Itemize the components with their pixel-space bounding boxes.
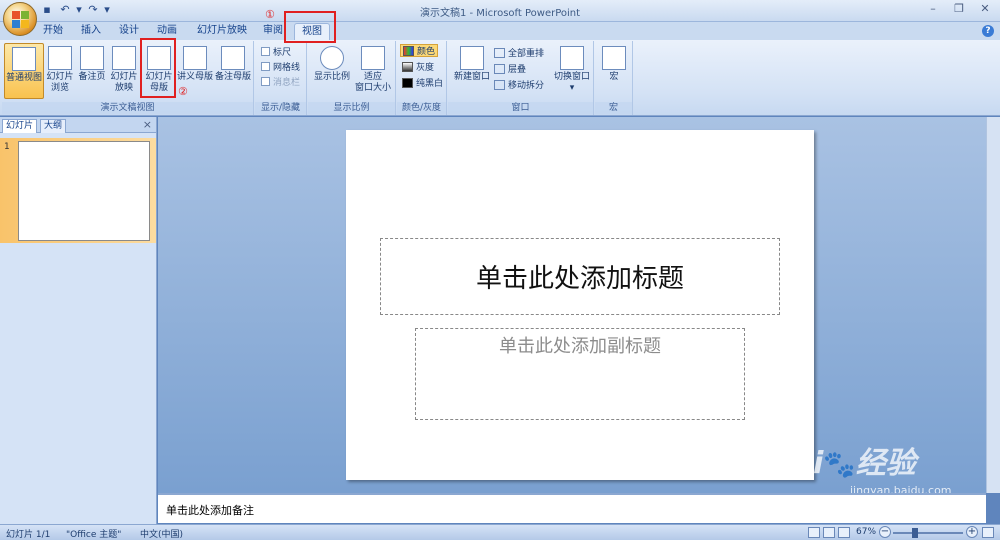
slide-thumbnail-row[interactable]: 1 (0, 138, 156, 243)
group-label: 窗口 (448, 102, 593, 114)
tab-insert[interactable]: 插入 (76, 23, 106, 40)
new-window-icon (460, 46, 484, 70)
handout-master-button[interactable]: 讲义母版 (176, 43, 214, 83)
grayscale-button[interactable]: 灰度 (402, 60, 434, 73)
window-controls: – ❐ ✕ (924, 2, 994, 16)
move-split-button[interactable]: 移动拆分 (494, 78, 544, 91)
annotation-mark-2: ② (178, 85, 188, 98)
slideshow-icon[interactable] (838, 527, 850, 538)
group-show-hide: 标尺 网格线 消息栏 显示/隐藏 (255, 41, 307, 115)
title-bar: ▪ ↶ ▾ ↷ ▾ 演示文稿1 - Microsoft PowerPoint –… (0, 0, 1000, 22)
slide-count: 幻灯片 1/1 (6, 530, 51, 540)
zoom-slider-thumb[interactable] (912, 528, 918, 538)
black-white-button[interactable]: 纯黑白 (402, 76, 443, 89)
group-label: 显示/隐藏 (255, 102, 306, 114)
theme-name: "Office 主题" (66, 530, 122, 540)
subtitle-placeholder[interactable]: 单击此处添加副标题 (415, 328, 745, 420)
group-label: 演示文稿视图 (2, 102, 253, 114)
fit-window-icon (361, 46, 385, 70)
color-button[interactable]: 颜色 (400, 44, 439, 57)
normal-view-icon[interactable] (808, 527, 820, 538)
window-title: 演示文稿1 - Microsoft PowerPoint (419, 8, 581, 19)
office-button[interactable] (3, 2, 37, 36)
slide-editing-area: 单击此处添加标题 单击此处添加副标题 (158, 117, 1000, 493)
notes-page-icon (80, 46, 104, 70)
slideshow-button[interactable]: 幻灯片 放映 (108, 43, 140, 94)
restore-icon[interactable]: ❐ (950, 2, 968, 16)
slide-thumbnail[interactable] (18, 141, 150, 241)
status-bar: 幻灯片 1/1 "Office 主题" 中文(中国) 67% − + (0, 524, 1000, 540)
handout-master-icon (183, 46, 207, 70)
tab-home[interactable]: 开始 (38, 23, 68, 40)
group-zoom: 显示比例 适应 窗口大小 显示比例 (308, 41, 396, 115)
slides-panel-tabs: 幻灯片 大纲 × (0, 117, 156, 133)
macros-icon (602, 46, 626, 70)
cascade-button[interactable]: 层叠 (494, 62, 526, 75)
notes-pane[interactable]: 单击此处添加备注 (158, 493, 986, 523)
vertical-scrollbar[interactable] (986, 117, 1000, 493)
group-macros: 宏 宏 (595, 41, 633, 115)
normal-view-button[interactable]: 普通视图 (4, 43, 44, 99)
paw-icon: 🐾 (823, 450, 856, 480)
baidu-watermark: Bai🐾经验 jingyan.baidu.com (770, 446, 952, 497)
notes-master-icon (221, 46, 245, 70)
switch-window-icon (560, 46, 584, 70)
group-color: 颜色 灰度 纯黑白 颜色/灰度 (397, 41, 447, 115)
group-window: 新建窗口 全部重排 层叠 移动拆分 切换窗口 ▾ 窗口 (448, 41, 594, 115)
close-panel-icon[interactable]: × (143, 118, 152, 131)
title-placeholder[interactable]: 单击此处添加标题 (380, 238, 780, 315)
group-label: 显示比例 (308, 102, 395, 114)
slide-sorter-icon[interactable] (823, 527, 835, 538)
group-label: 宏 (595, 102, 632, 114)
switch-window-button[interactable]: 切换窗口 ▾ (552, 43, 592, 94)
group-label: 颜色/灰度 (397, 102, 446, 114)
zoom-out-icon[interactable]: − (879, 526, 891, 538)
slide-sorter-icon (48, 46, 72, 70)
zoom-button[interactable]: 显示比例 (312, 43, 352, 83)
minimize-icon[interactable]: – (924, 2, 942, 16)
normal-view-icon (12, 47, 36, 71)
office-logo-icon (12, 11, 29, 28)
notes-page-button[interactable]: 备注页 (76, 43, 108, 83)
macros-button[interactable]: 宏 (600, 43, 628, 83)
slide-number: 1 (4, 142, 10, 152)
slideshow-icon (112, 46, 136, 70)
tab-slides[interactable]: 幻灯片 (2, 119, 38, 133)
slide-sorter-button[interactable]: 幻灯片 浏览 (44, 43, 76, 94)
gridlines-checkbox[interactable]: 网格线 (261, 60, 300, 73)
language[interactable]: 中文(中国) (140, 527, 183, 540)
zoom-in-icon[interactable]: + (966, 526, 978, 538)
new-window-button[interactable]: 新建窗口 (452, 43, 492, 83)
fit-to-window-button[interactable]: 适应 窗口大小 (352, 43, 394, 94)
notes-master-button[interactable]: 备注母版 (214, 43, 252, 83)
arrange-all-button[interactable]: 全部重排 (494, 46, 544, 59)
help-icon[interactable]: ? (982, 25, 994, 37)
magnifier-icon (320, 46, 344, 70)
tab-outline[interactable]: 大纲 (40, 119, 67, 133)
highlight-view-tab (284, 11, 336, 43)
zoom-slider[interactable] (893, 532, 963, 534)
close-icon[interactable]: ✕ (976, 2, 994, 16)
tab-slideshow[interactable]: 幻灯片放映 (192, 23, 252, 40)
highlight-slide-master (140, 38, 176, 98)
message-bar-checkbox[interactable]: 消息栏 (261, 75, 300, 88)
zoom-level[interactable]: 67% (856, 527, 876, 537)
slides-panel: 幻灯片 大纲 × 1 (0, 117, 157, 524)
fit-slide-icon[interactable] (982, 527, 994, 538)
group-presentation-views: 普通视图 幻灯片 浏览 备注页 幻灯片 放映 幻灯片 母版 讲义母版 备注母版 (2, 41, 254, 115)
slide-canvas[interactable]: 单击此处添加标题 单击此处添加副标题 (346, 130, 814, 480)
ruler-checkbox[interactable]: 标尺 (261, 45, 291, 58)
annotation-mark-1: ① (265, 8, 275, 21)
